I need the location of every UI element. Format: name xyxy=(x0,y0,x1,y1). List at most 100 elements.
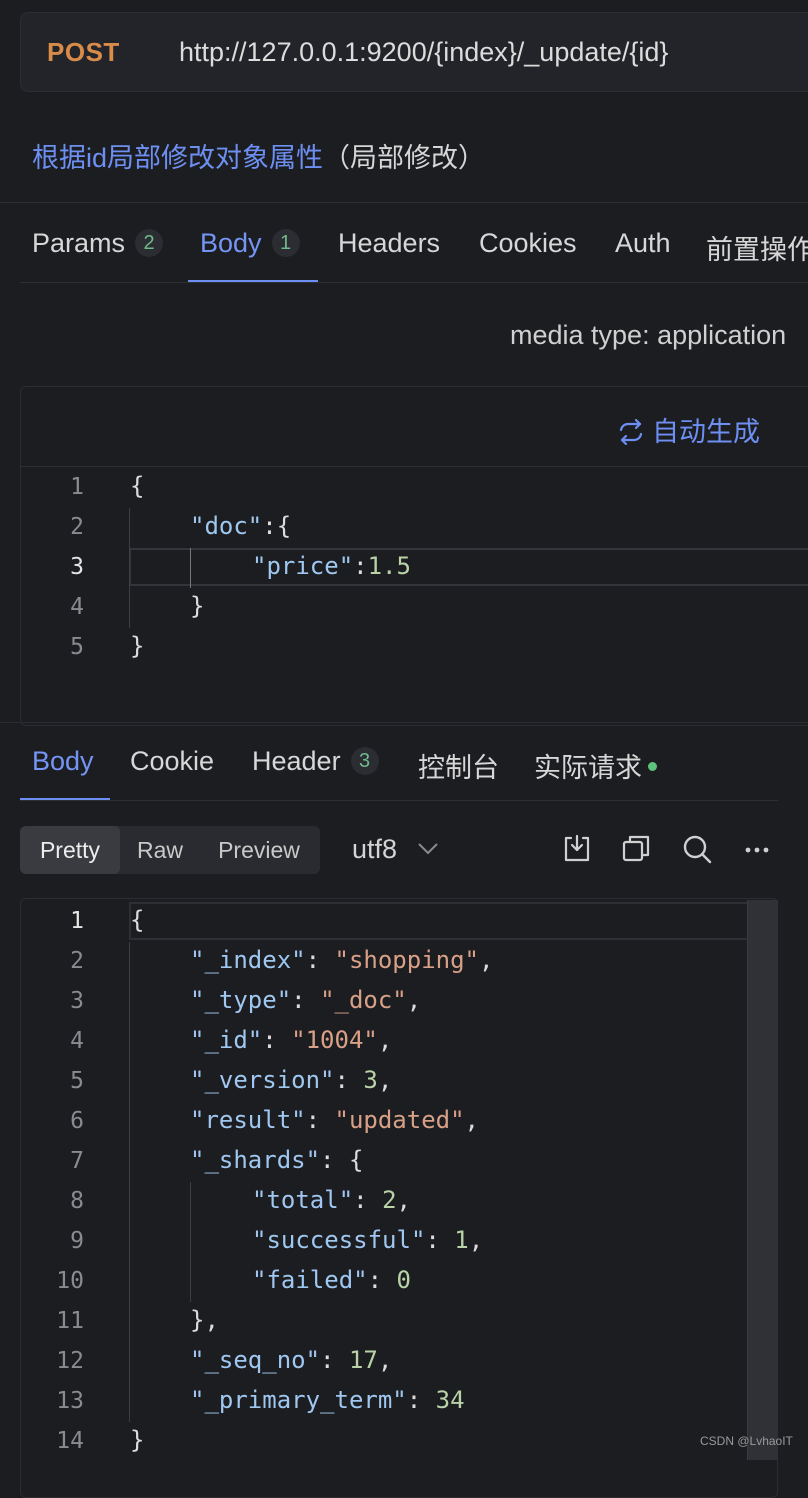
json-number: 17 xyxy=(348,1346,378,1374)
json-key: "_id" xyxy=(190,1026,263,1054)
code-token: : xyxy=(320,1346,349,1374)
vertical-scrollbar[interactable] xyxy=(747,900,778,1460)
json-string: "_doc" xyxy=(320,986,407,1014)
line-number: 11 xyxy=(56,1308,84,1334)
code-token: :{ xyxy=(262,512,292,540)
encoding-select[interactable]: utf8 xyxy=(352,834,439,865)
code-token: { xyxy=(130,906,145,934)
tab-body-label: Body xyxy=(200,228,262,258)
json-key: "_version" xyxy=(190,1066,335,1094)
request-name-link[interactable]: 根据id局部修改对象属性 xyxy=(32,143,323,173)
search-icon[interactable] xyxy=(680,832,714,866)
json-number: 2 xyxy=(382,1186,397,1214)
media-type-label[interactable]: media type: application xyxy=(510,320,786,351)
json-key: "result" xyxy=(190,1106,306,1134)
tab-pre-operation[interactable]: 前置操作 xyxy=(706,228,808,267)
line-number: 6 xyxy=(70,1108,84,1134)
auto-generate-button[interactable]: 自动生成 xyxy=(618,410,760,449)
json-number: 34 xyxy=(435,1386,465,1414)
response-tab-actual-request[interactable]: 实际请求 xyxy=(534,746,657,785)
code-token: : xyxy=(425,1226,455,1254)
indent-guide xyxy=(129,942,130,1422)
line-number: 10 xyxy=(56,1268,84,1294)
json-key: "_type" xyxy=(190,986,292,1014)
line-number: 12 xyxy=(56,1348,84,1374)
request-description: 根据id局部修改对象属性（局部修改） xyxy=(32,136,485,175)
line-number: 14 xyxy=(56,1428,84,1454)
code-line: "_primary_term": 34 xyxy=(190,1386,465,1414)
json-key: "_primary_term" xyxy=(190,1386,407,1414)
code-line: "price":1.5 xyxy=(252,552,411,580)
url-input[interactable]: http://127.0.0.1:9200/{index}/_update/{i… xyxy=(179,37,668,68)
view-mode-pretty[interactable]: Pretty xyxy=(20,826,120,874)
url-bar[interactable]: POST http://127.0.0.1:9200/{index}/_upda… xyxy=(20,12,808,92)
json-string: "1004" xyxy=(291,1026,378,1054)
code-token: : xyxy=(353,1186,383,1214)
code-token: , xyxy=(377,1066,393,1094)
response-tab-console[interactable]: 控制台 xyxy=(418,746,499,785)
json-number: 1.5 xyxy=(367,552,411,580)
line-number: 4 xyxy=(70,1028,84,1054)
tab-auth[interactable]: Auth xyxy=(615,228,671,259)
code-token: : xyxy=(367,1266,397,1294)
code-line: } xyxy=(130,1426,144,1454)
code-line: "_seq_no": 17, xyxy=(190,1346,392,1374)
code-token: }, xyxy=(190,1306,219,1334)
json-key: "_seq_no" xyxy=(190,1346,321,1374)
tabs-divider xyxy=(20,282,808,283)
code-line: "_version": 3, xyxy=(190,1066,392,1094)
json-key: "total" xyxy=(252,1186,354,1214)
divider xyxy=(0,202,808,203)
download-icon[interactable] xyxy=(560,832,594,866)
json-key: "price" xyxy=(252,552,354,580)
code-line: "result": "updated", xyxy=(190,1106,479,1134)
code-token: , xyxy=(396,1186,411,1214)
auto-generate-label: 自动生成 xyxy=(652,417,760,447)
tab-body[interactable]: Body 1 xyxy=(200,228,300,259)
json-number: 1 xyxy=(454,1226,469,1254)
copy-icon[interactable] xyxy=(619,832,653,866)
editor-toolbar-divider xyxy=(20,466,808,467)
current-line-highlight xyxy=(129,902,776,940)
response-tab-body[interactable]: Body xyxy=(32,746,94,777)
indent-guide xyxy=(190,1182,191,1302)
line-number: 2 xyxy=(70,514,84,540)
line-number: 2 xyxy=(70,948,84,974)
code-token: } xyxy=(130,1426,145,1454)
json-key: "failed" xyxy=(252,1266,368,1294)
code-token: : xyxy=(305,946,335,974)
response-tab-header[interactable]: Header 3 xyxy=(252,746,379,777)
line-number: 7 xyxy=(70,1148,84,1174)
line-number: 8 xyxy=(70,1188,84,1214)
json-string: "updated" xyxy=(334,1106,465,1134)
section-divider xyxy=(0,722,808,723)
code-token: : xyxy=(334,1066,364,1094)
indent-guide xyxy=(129,508,130,628)
code-line: "_shards": { xyxy=(190,1146,363,1174)
code-token: : xyxy=(291,986,321,1014)
http-method[interactable]: POST xyxy=(47,37,120,68)
json-key: "successful" xyxy=(252,1226,426,1254)
code-line: }, xyxy=(190,1306,219,1334)
tab-headers[interactable]: Headers xyxy=(338,228,440,259)
code-line: { xyxy=(130,906,144,934)
code-token: , xyxy=(406,986,422,1014)
code-token: : xyxy=(305,1106,335,1134)
code-line: "_type": "_doc", xyxy=(190,986,421,1014)
view-mode-preview[interactable]: Preview xyxy=(200,826,318,874)
more-icon[interactable] xyxy=(740,832,774,866)
code-token: { xyxy=(348,1146,364,1174)
status-dot xyxy=(648,762,657,771)
view-mode-raw[interactable]: Raw xyxy=(122,826,198,874)
tab-params[interactable]: Params 2 xyxy=(32,228,164,259)
json-number: 3 xyxy=(363,1066,378,1094)
indent-guide xyxy=(190,548,191,588)
code-token: : xyxy=(320,1146,349,1174)
watermark: CSDN @LvhaoIT xyxy=(700,1434,793,1448)
line-number: 3 xyxy=(70,554,84,580)
json-number: 0 xyxy=(396,1266,411,1294)
chevron-down-icon xyxy=(417,843,438,855)
tab-cookies[interactable]: Cookies xyxy=(479,228,577,259)
json-key: "doc" xyxy=(190,512,263,540)
response-tab-cookie[interactable]: Cookie xyxy=(130,746,214,777)
